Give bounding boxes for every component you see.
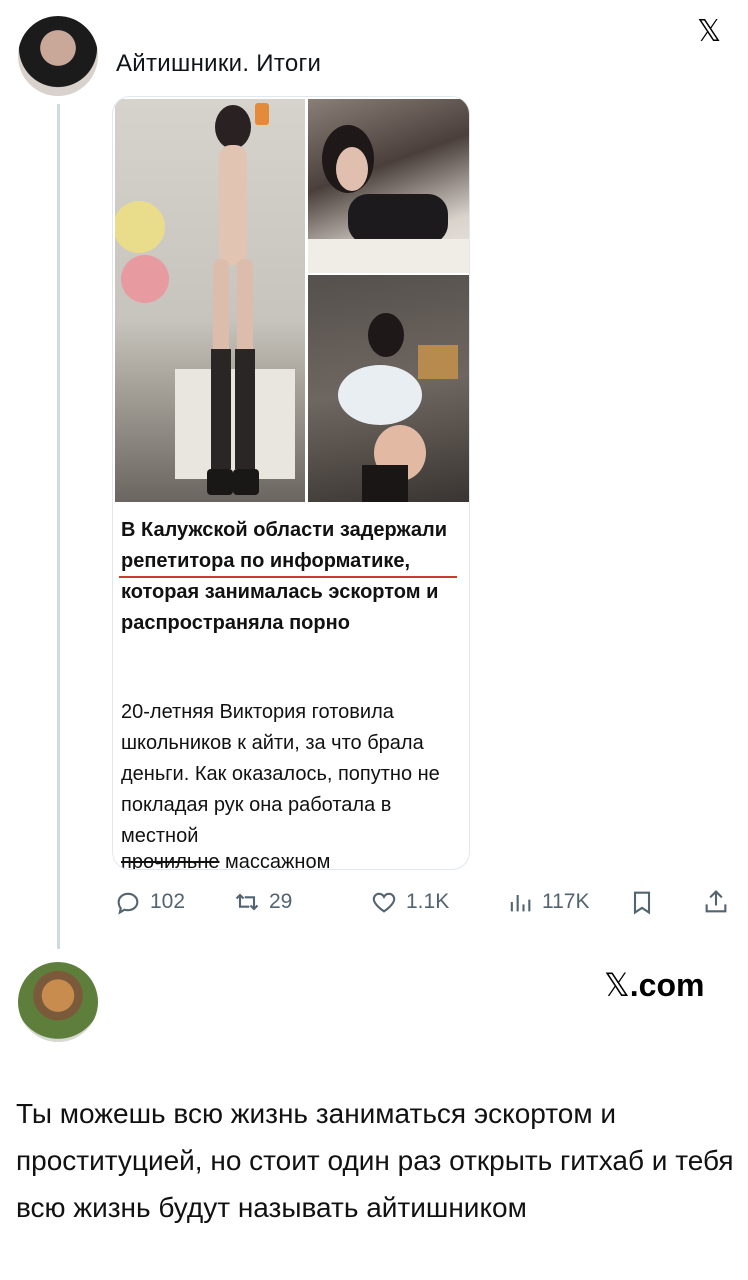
- views-count: 117K: [542, 890, 590, 913]
- spellcheck-underline: [119, 576, 457, 578]
- article-photo-top-right: [308, 99, 469, 273]
- reply-avatar[interactable]: [18, 962, 98, 1042]
- x-com-watermark: 𝕏.com: [604, 966, 704, 1004]
- like-button[interactable]: 1.1K: [370, 882, 449, 922]
- share-icon: [705, 890, 727, 913]
- share-button[interactable]: [702, 882, 738, 922]
- retweet-button[interactable]: 29: [233, 882, 292, 922]
- author-name[interactable]: Айтишники. Итоги: [116, 50, 321, 78]
- thread-line: [57, 104, 60, 949]
- bookmark-button[interactable]: [628, 882, 664, 922]
- tweet-actions: 102 29 1.1K 117K: [112, 882, 732, 922]
- bookmark-icon: [633, 891, 651, 915]
- article-body: 20-летняя Виктория готовила школьников к…: [121, 701, 440, 847]
- like-count: 1.1K: [406, 890, 450, 913]
- article-photo-main: [115, 99, 305, 502]
- reply-icon: [117, 892, 139, 915]
- views-icon: [510, 895, 531, 912]
- reply-count: 102: [150, 890, 186, 913]
- retweet-icon: [235, 893, 259, 911]
- x-logo-icon: 𝕏: [697, 14, 722, 49]
- retweet-count: 29: [269, 890, 293, 913]
- article-card[interactable]: В Калужской области задержали репетитора…: [112, 96, 470, 870]
- article-body-cut-rest: массажном: [219, 851, 331, 870]
- author-avatar[interactable]: [18, 16, 98, 96]
- article-body-cut: прочильне массажном: [121, 851, 461, 870]
- article-body-cut-strike: прочильне: [121, 851, 220, 870]
- reply-text: Ты можешь всю жизнь заниматься эскортом …: [16, 1098, 734, 1223]
- reply-button[interactable]: 102: [114, 882, 185, 922]
- views-button[interactable]: 117K: [506, 882, 590, 922]
- x-com-domain: .com: [629, 967, 705, 1003]
- x-logo-footer-icon: 𝕏: [604, 966, 630, 1004]
- article-photo-bottom-right: [308, 275, 469, 502]
- like-icon: [372, 892, 396, 913]
